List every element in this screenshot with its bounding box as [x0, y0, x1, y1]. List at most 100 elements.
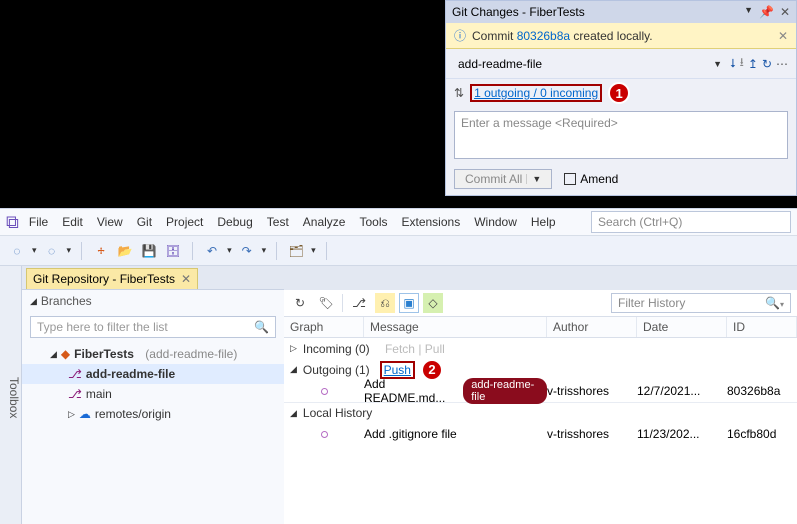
graph-icon[interactable]: ⎇: [349, 293, 369, 313]
commit-author: v-trisshores: [547, 427, 637, 441]
outgoing-commit-row[interactable]: Add README.md... add-readme-file v-triss…: [284, 380, 797, 402]
commit-dot-icon: [321, 431, 328, 438]
search-icon: 🔍: [254, 320, 269, 334]
collapse-icon: ◢: [290, 408, 297, 419]
menu-git[interactable]: Git: [137, 215, 152, 229]
pull-icon[interactable]: ⭳: [740, 53, 744, 74]
remotes-node[interactable]: ▷ ☁ remotes/origin: [22, 404, 284, 424]
commit-notice: ⓘ Commit 80326b8a created locally. ✕: [446, 23, 796, 49]
outgoing-filter-icon[interactable]: ▣: [399, 293, 419, 313]
sync-arrows-icon: ⇅: [454, 86, 464, 100]
cloud-icon: ☁: [79, 407, 91, 421]
push-icon[interactable]: ↥: [748, 57, 758, 71]
refresh-icon[interactable]: ↻: [290, 293, 310, 313]
more-icon[interactable]: ⋯: [776, 57, 788, 71]
branches-header: ◢ Branches: [22, 290, 284, 312]
history-columns: Graph Message Author Date ID: [284, 317, 797, 338]
sync-icon[interactable]: ↻: [762, 57, 772, 71]
commit-controls: Commit All ▼ Amend: [446, 163, 796, 195]
menu-test[interactable]: Test: [267, 215, 289, 229]
menu-tools[interactable]: Tools: [359, 215, 387, 229]
commit-all-button[interactable]: Commit All ▼: [454, 169, 552, 189]
new-project-icon[interactable]: 🕂: [92, 243, 110, 258]
fetch-icon[interactable]: ⭣: [730, 56, 736, 71]
menu-edit[interactable]: Edit: [62, 215, 83, 229]
menu-bar: ⧉ File Edit View Git Project Debug Test …: [0, 208, 797, 236]
menu-file[interactable]: File: [29, 215, 48, 229]
forward-icon[interactable]: ◌: [43, 244, 61, 258]
fetch-action[interactable]: Fetch: [385, 342, 415, 356]
col-graph[interactable]: Graph: [284, 317, 364, 337]
tab-git-repository[interactable]: Git Repository - FiberTests ✕: [26, 268, 198, 289]
undo-icon[interactable]: ↶: [203, 244, 221, 258]
branch-icon: ⎇: [68, 367, 82, 381]
branch-selector[interactable]: add-readme-file ▼: [454, 54, 726, 74]
fwd-drop-icon[interactable]: ▾: [67, 245, 72, 256]
close-tab-icon[interactable]: ✕: [181, 272, 191, 286]
dismiss-notice-icon[interactable]: ✕: [778, 29, 788, 43]
notice-text: Commit 80326b8a created locally.: [472, 29, 653, 43]
pin-icon[interactable]: 📌: [759, 5, 774, 19]
push-link[interactable]: Push: [380, 361, 415, 379]
col-date[interactable]: Date: [637, 317, 727, 337]
repo-icon: ◆: [61, 347, 70, 361]
menu-debug[interactable]: Debug: [217, 215, 252, 229]
commit-author: v-trisshores: [547, 384, 637, 398]
back-icon[interactable]: ◌: [8, 244, 26, 258]
history-toolbar: ↻ 🏷 ⎇ ⎌ ▣ ◇ Filter History 🔍▾: [284, 290, 797, 317]
pull-action[interactable]: Pull: [425, 342, 445, 356]
incoming-filter-icon[interactable]: ⎌: [375, 293, 395, 313]
col-id[interactable]: ID: [727, 317, 797, 337]
save-icon[interactable]: 💾: [140, 244, 158, 258]
sync-row: ⇅ 1 outgoing / 0 incoming 1: [446, 78, 796, 107]
collapse-icon: ◢: [290, 364, 297, 375]
menu-view[interactable]: View: [97, 215, 123, 229]
close-panel-icon[interactable]: ✕: [780, 5, 790, 19]
redo-drop-icon[interactable]: ▾: [262, 245, 267, 256]
open-icon[interactable]: 📂: [116, 244, 134, 258]
branch-pill: add-readme-file: [463, 378, 547, 404]
outgoing-incoming-link[interactable]: 1 outgoing / 0 incoming: [470, 84, 602, 102]
repo-node[interactable]: ◢ ◆ FiberTests (add-readme-file): [22, 344, 284, 364]
commit-date: 12/7/2021...: [637, 384, 727, 398]
toolbox-strip[interactable]: Toolbox: [0, 266, 22, 524]
window-position-icon[interactable]: ▼: [744, 5, 753, 19]
col-message[interactable]: Message: [364, 317, 547, 337]
collapse-icon: ◢: [50, 349, 57, 360]
incoming-section[interactable]: ▷ Incoming (0) Fetch | Pull: [284, 338, 797, 359]
local-filter-icon[interactable]: ◇: [423, 293, 443, 313]
commit-message-input[interactable]: Enter a message <Required>: [454, 111, 788, 159]
undo-drop-icon[interactable]: ▾: [227, 245, 232, 256]
branch-tree: ◢ ◆ FiberTests (add-readme-file) ⎇ add-r…: [22, 342, 284, 426]
branch-add-readme-file[interactable]: ⎇ add-readme-file: [22, 364, 284, 384]
commit-dot-icon: [321, 388, 328, 395]
search-input[interactable]: Search (Ctrl+Q): [591, 211, 791, 233]
vs-logo-icon: ⧉: [6, 213, 19, 231]
save-all-icon[interactable]: 🗄: [164, 244, 182, 258]
local-history-section[interactable]: ◢ Local History: [284, 402, 797, 423]
filter-branch-icon[interactable]: 🏷: [316, 293, 336, 313]
branch-main[interactable]: ⎇ main: [22, 384, 284, 404]
filter-history-input[interactable]: Filter History 🔍▾: [611, 293, 791, 313]
expand-icon: ▷: [68, 409, 75, 420]
redo-icon[interactable]: ↷: [238, 244, 256, 258]
main-toolbar: ◌ ▾ ◌ ▾ 🕂 📂 💾 🗄 ↶ ▾ ↷ ▾ 🗂 ▾: [0, 236, 797, 266]
menu-extensions[interactable]: Extensions: [402, 215, 461, 229]
commit-id: 80326b8a: [727, 384, 797, 398]
document-tabs: Git Repository - FiberTests ✕: [22, 266, 284, 290]
branch-name: add-readme-file: [458, 57, 542, 71]
amend-checkbox[interactable]: Amend: [564, 172, 618, 186]
menu-help[interactable]: Help: [531, 215, 556, 229]
commit-link[interactable]: 80326b8a: [517, 29, 570, 43]
local-commit-row[interactable]: Add .gitignore file v-trisshores 11/23/2…: [284, 423, 797, 445]
collapse-icon[interactable]: ◢: [30, 296, 37, 307]
menu-window[interactable]: Window: [474, 215, 517, 229]
history-panel: ↻ 🏷 ⎇ ⎌ ▣ ◇ Filter History 🔍▾ Graph Mess…: [284, 266, 797, 524]
views-icon[interactable]: 🗂: [287, 244, 305, 258]
menu-project[interactable]: Project: [166, 215, 203, 229]
branch-filter-input[interactable]: Type here to filter the list 🔍: [30, 316, 276, 338]
back-drop-icon[interactable]: ▾: [32, 245, 37, 256]
menu-analyze[interactable]: Analyze: [303, 215, 346, 229]
views-drop-icon[interactable]: ▾: [311, 245, 316, 256]
col-author[interactable]: Author: [547, 317, 637, 337]
